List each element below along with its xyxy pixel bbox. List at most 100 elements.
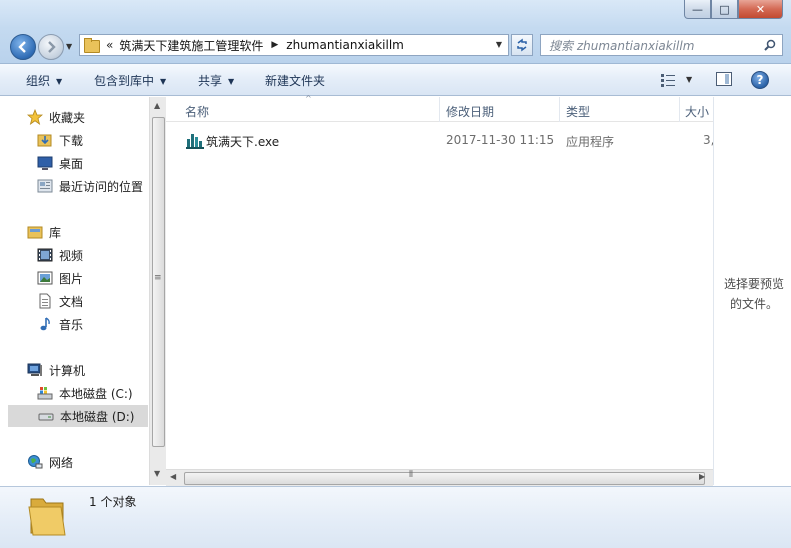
maximize-button[interactable]: □ [711, 0, 738, 19]
back-button[interactable] [10, 34, 36, 60]
include-in-library-menu[interactable]: 包含到库中 ▼ [94, 72, 166, 89]
nav-item-drive-d[interactable]: 本地磁盘 (D:) [8, 405, 148, 427]
nav-item-recent-places[interactable]: 最近访问的位置 [0, 175, 148, 197]
scroll-left-arrow-icon[interactable]: ◀ [170, 472, 176, 481]
column-name[interactable]: 名称 [185, 103, 209, 120]
scroll-up-arrow-icon[interactable]: ▲ [154, 101, 160, 110]
sort-ascending-icon: ^ [305, 94, 312, 103]
video-icon [37, 247, 53, 263]
file-type: 应用程序 [566, 135, 615, 149]
file-list: ^ 名称 修改日期 类型 大小 筑满天下.exe 2017-11-30 11:1… [166, 94, 714, 485]
share-menu[interactable]: 共享 ▼ [198, 72, 234, 89]
nav-item-music[interactable]: 音乐 [0, 313, 148, 335]
recent-pages-dropdown[interactable]: ▼ [66, 42, 72, 51]
preview-message-line: 的文件。 [729, 297, 778, 311]
file-row[interactable]: 筑满天下.exe 2017-11-30 11:15 应用程序 3, [166, 131, 714, 149]
desktop-icon [37, 155, 53, 171]
share-label: 共享 [198, 74, 223, 88]
nav-favorites-label: 收藏夹 [49, 110, 86, 125]
computer-icon [27, 362, 43, 378]
nav-computer[interactable]: 计算机 [0, 359, 148, 381]
scrollbar-grip-icon: ⦀ [409, 470, 413, 480]
nav-libraries[interactable]: 库 [0, 221, 148, 243]
search-placeholder: 搜索 zhumantianxiakillm [549, 38, 695, 53]
nav-item-drive-c[interactable]: 本地磁盘 (C:) [0, 382, 148, 404]
scroll-right-arrow-icon[interactable]: ▶ [699, 472, 705, 481]
file-name: 筑满天下.exe [206, 135, 280, 149]
address-bar[interactable]: « 筑满天下建筑施工管理软件 ▶ zhumantianxiakillm ▼ [79, 34, 509, 56]
breadcrumb-item[interactable]: zhumantianxiakillm [286, 38, 404, 52]
music-icon [37, 316, 53, 332]
column-divider[interactable] [559, 97, 560, 122]
document-icon [37, 293, 53, 309]
new-folder-button[interactable]: 新建文件夹 [265, 72, 325, 89]
horizontal-scrollbar[interactable]: ◀ ⦀ ▶ [166, 469, 713, 486]
chevron-down-icon: ▼ [56, 77, 63, 86]
item-count: 1 个对象 [89, 495, 137, 509]
folder-icon [84, 38, 100, 53]
navigation-pane: 收藏夹 下载 桌面 最近访问的位置 库 视频 图片 文档 音乐 计算机 本地磁盘… [0, 97, 149, 485]
chevron-down-icon: ▼ [228, 77, 235, 86]
column-date-modified[interactable]: 修改日期 [446, 103, 494, 120]
close-button[interactable]: ✕ [738, 0, 783, 19]
hard-drive-icon [38, 408, 54, 424]
organize-label: 组织 [26, 74, 51, 88]
search-input[interactable]: 搜索 zhumantianxiakillm [540, 34, 783, 56]
scrollbar-thumb[interactable] [184, 472, 705, 485]
help-icon[interactable]: ? [751, 71, 769, 89]
chevron-right-icon[interactable]: ▶ [271, 40, 278, 50]
column-divider[interactable] [439, 97, 440, 122]
picture-icon [37, 270, 53, 286]
column-header-row: ^ 名称 修改日期 类型 大小 [166, 94, 713, 122]
forward-button[interactable] [38, 34, 64, 60]
nav-item-desktop[interactable]: 桌面 [0, 152, 148, 174]
library-icon [27, 224, 43, 240]
system-drive-icon [37, 385, 53, 401]
nav-item-label: 音乐 [59, 317, 84, 332]
refresh-button[interactable] [511, 34, 533, 56]
preview-pane-icon[interactable] [716, 72, 732, 86]
nav-item-videos[interactable]: 视频 [0, 244, 148, 266]
preview-message-line: 选择要预览 [723, 277, 784, 291]
column-size[interactable]: 大小 [685, 103, 709, 120]
nav-item-label: 本地磁盘 (C:) [59, 386, 133, 401]
preview-message: 选择要预览 的文件。 [718, 274, 790, 314]
nav-item-label: 图片 [59, 271, 84, 286]
nav-item-label: 本地磁盘 (D:) [60, 409, 135, 424]
nav-computer-label: 计算机 [49, 363, 86, 378]
breadcrumb-overflow[interactable]: « [106, 38, 113, 52]
forward-arrow-icon [48, 41, 56, 53]
nav-item-downloads[interactable]: 下载 [0, 129, 148, 151]
minimize-button[interactable]: — [684, 0, 711, 19]
new-folder-label: 新建文件夹 [265, 74, 326, 88]
column-divider[interactable] [679, 97, 680, 122]
breadcrumb-item[interactable]: 筑满天下建筑施工管理软件 [119, 37, 263, 54]
folder-icon [28, 498, 66, 536]
nav-network-label: 网络 [49, 455, 74, 470]
nav-item-documents[interactable]: 文档 [0, 290, 148, 312]
organize-menu[interactable]: 组织 ▼ [26, 72, 62, 89]
nav-item-label: 视频 [59, 248, 84, 263]
chevron-down-icon[interactable]: ▼ [496, 40, 502, 49]
chevron-down-icon: ▼ [160, 77, 167, 86]
nav-item-pictures[interactable]: 图片 [0, 267, 148, 289]
nav-item-label: 最近访问的位置 [59, 179, 144, 194]
nav-item-label: 桌面 [59, 156, 84, 171]
nav-item-label: 文档 [59, 294, 84, 309]
refresh-icon [517, 38, 527, 52]
navigation-scrollbar[interactable]: ▲ ≡ ▼ [149, 97, 166, 485]
application-icon [186, 134, 204, 149]
scroll-down-arrow-icon[interactable]: ▼ [154, 469, 160, 478]
nav-favorites[interactable]: 收藏夹 [0, 106, 148, 128]
recent-places-icon [37, 178, 53, 194]
window-controls: — □ ✕ [684, 0, 783, 20]
column-type[interactable]: 类型 [566, 103, 590, 120]
file-date-modified: 2017-11-30 11:15 [446, 133, 555, 147]
change-view-icon[interactable] [660, 73, 676, 87]
nav-network[interactable]: 网络 [0, 451, 148, 473]
view-options-dropdown[interactable]: ▼ [686, 75, 692, 84]
scrollbar-grip-icon: ≡ [154, 273, 162, 283]
search-icon[interactable] [764, 39, 776, 51]
star-icon [27, 109, 43, 125]
preview-pane: 选择要预览 的文件。 [713, 97, 791, 485]
